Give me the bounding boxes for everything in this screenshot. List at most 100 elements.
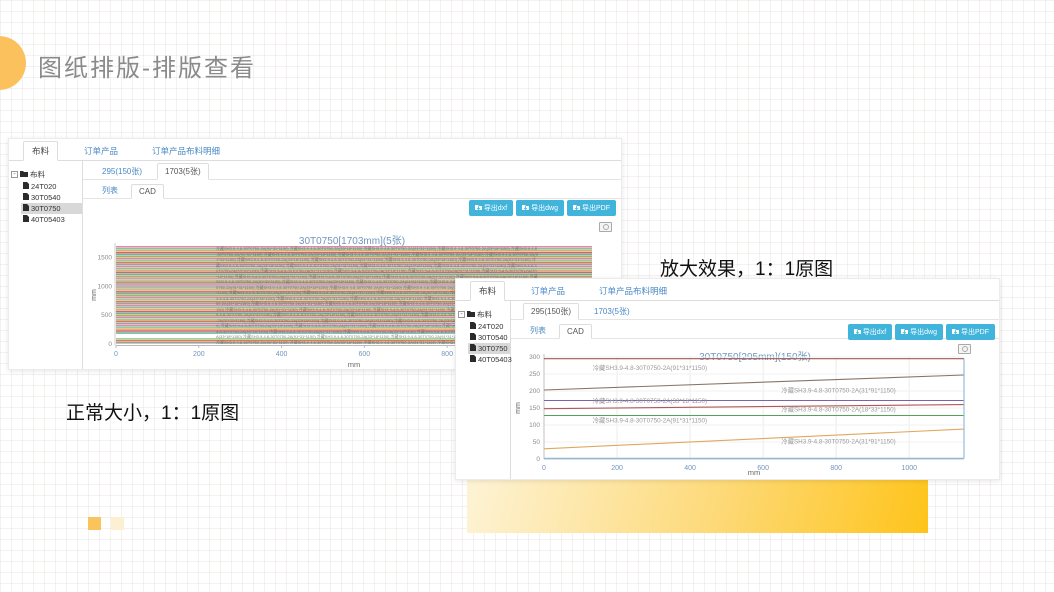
file-icon <box>23 182 29 191</box>
layout-chart-zoomed: 冷藏SH3.9-4.8-30T0750-2A(91*31*1150) 冷藏SH3.… <box>512 339 1001 481</box>
svg-text:300: 300 <box>529 354 540 361</box>
export-dxf-button[interactable]: 导出dxf <box>848 324 892 340</box>
svg-text:冷藏SH3.9-4.8-30T0750-2A(91*31*1: 冷藏SH3.9-4.8-30T0750-2A(91*31*1150) <box>593 415 707 424</box>
tree-root-label: 布料 <box>477 309 492 320</box>
svg-text:冷藏SH3.9-4.8-30T0750-2A(31*91*1: 冷藏SH3.9-4.8-30T0750-2A(31*91*1150) <box>781 437 895 446</box>
bottom-gradient-bar <box>467 479 928 533</box>
download-icon <box>901 328 908 337</box>
svg-text:0: 0 <box>536 456 540 463</box>
tree-collapse-icon[interactable]: - <box>11 171 18 178</box>
file-icon <box>470 344 476 353</box>
svg-text:250: 250 <box>529 371 540 378</box>
tree-item-30t0540[interactable]: 30T0540 <box>21 192 82 203</box>
file-icon <box>470 333 476 342</box>
export-toolbar: 导出dxf导出dwg导出PDF <box>848 324 995 340</box>
tree-item-label: 24T020 <box>31 182 56 191</box>
svg-text:800: 800 <box>441 351 453 358</box>
svg-text:mm: mm <box>348 360 361 369</box>
tab-order-product[interactable]: 订单产品 <box>76 142 126 160</box>
tree-item-label: 24T020 <box>478 322 503 331</box>
size-tab-1703[interactable]: 1703(5张) <box>157 163 209 180</box>
view-tab-cad[interactable]: CAD <box>131 184 164 199</box>
tab-fabric[interactable]: 布料 <box>470 281 505 301</box>
svg-text:mm: mm <box>91 289 98 301</box>
tree-item-40t05403[interactable]: 40T05403 <box>21 214 82 225</box>
fabric-tree: - 布料 24T020 30T054030T075040T05403 <box>9 160 83 369</box>
size-tab-295[interactable]: 295(150张) <box>95 164 149 179</box>
svg-text:mm: mm <box>748 468 761 477</box>
file-icon <box>23 215 29 224</box>
slide: 图纸排版-排版查看 布料 订单产品 订单产品布料明细 - 布料 24T020 30T0… <box>0 0 1054 592</box>
top-tabbar: 布料 订单产品 订单产品布料明细 <box>456 279 999 301</box>
svg-text:400: 400 <box>276 351 288 358</box>
svg-text:1500: 1500 <box>98 255 113 262</box>
tree-item-label: 40T05403 <box>31 215 65 224</box>
file-icon <box>23 204 29 213</box>
export-dwg-button[interactable]: 导出dwg <box>895 324 943 340</box>
svg-text:150: 150 <box>529 405 540 412</box>
view-tab-cad[interactable]: CAD <box>559 324 592 339</box>
tree-root-fabric[interactable]: - 布料 <box>9 168 82 181</box>
svg-text:0: 0 <box>542 465 546 472</box>
svg-text:mm: mm <box>515 402 522 414</box>
tree-item-label: 40T05403 <box>478 355 512 364</box>
svg-text:0: 0 <box>108 341 112 348</box>
tab-order-product[interactable]: 订单产品 <box>523 282 573 300</box>
tree-root-label: 布料 <box>30 169 45 180</box>
export-pdf-button[interactable]: 导出PDF <box>946 324 995 340</box>
export-dwg-button[interactable]: 导出dwg <box>516 200 564 216</box>
svg-text:1000: 1000 <box>98 283 113 290</box>
svg-text:冷藏SH3.9-4.8-30T0750-2A(33*18*1: 冷藏SH3.9-4.8-30T0750-2A(33*18*1150) <box>593 396 707 405</box>
size-tabbar: 295(150张) 1703(5张) <box>511 300 999 320</box>
size-tab-1703[interactable]: 1703(5张) <box>587 304 637 319</box>
export-pdf-button[interactable]: 导出PDF <box>567 200 616 216</box>
tree-collapse-icon[interactable]: - <box>458 311 465 318</box>
download-icon <box>854 328 861 337</box>
file-icon <box>470 355 476 364</box>
annotation-zoom-effect: 放大效果，1：1原图 <box>660 254 833 281</box>
svg-text:1000: 1000 <box>901 465 917 472</box>
tree-item-label: 30T0540 <box>478 333 508 342</box>
svg-text:冷藏SH3.9-4.8-30T0750-2A(31*91*1: 冷藏SH3.9-4.8-30T0750-2A(31*91*1150) <box>781 386 895 395</box>
view-tabbar: 列表 CAD <box>83 180 621 199</box>
deco-square-orange <box>88 517 101 530</box>
export-dxf-button[interactable]: 导出dxf <box>469 200 513 216</box>
view-tab-list[interactable]: 列表 <box>95 183 125 198</box>
svg-text:400: 400 <box>684 465 696 472</box>
tree-item-24t020[interactable]: 24T020 <box>21 181 82 192</box>
svg-text:500: 500 <box>101 312 112 319</box>
tree-item-30t0540[interactable]: 30T0540 <box>468 332 510 343</box>
download-icon <box>522 204 529 213</box>
svg-text:200: 200 <box>529 388 540 395</box>
download-icon <box>952 328 959 337</box>
svg-text:200: 200 <box>193 351 205 358</box>
accent-circle <box>0 36 26 90</box>
tree-item-30t0750[interactable]: 30T0750 <box>21 203 82 214</box>
tree-item-24t020[interactable]: 24T020 <box>468 321 510 332</box>
tree-item-30t0750[interactable]: 30T0750 <box>468 343 510 354</box>
folder-icon <box>20 170 28 179</box>
download-icon <box>475 204 482 213</box>
svg-text:800: 800 <box>830 465 842 472</box>
size-tab-295[interactable]: 295(150张) <box>523 303 579 320</box>
export-toolbar: 导出dxf导出dwg导出PDF <box>469 200 616 216</box>
page-title: 图纸排版-排版查看 <box>38 48 256 83</box>
tree-item-label: 30T0540 <box>31 193 61 202</box>
file-icon <box>470 322 476 331</box>
svg-text:100: 100 <box>529 422 540 429</box>
annotation-normal-size: 正常大小，1：1原图 <box>66 398 239 425</box>
view-tab-list[interactable]: 列表 <box>523 323 553 338</box>
size-tabbar: 295(150张) 1703(5张) <box>83 160 621 180</box>
tab-order-product-fabric-detail[interactable]: 订单产品布料明细 <box>591 282 675 300</box>
file-icon <box>23 193 29 202</box>
tree-root-fabric[interactable]: - 布料 <box>456 308 510 321</box>
tab-order-product-fabric-detail[interactable]: 订单产品布料明细 <box>144 142 228 160</box>
app-window-zoomed-view: 布料 订单产品 订单产品布料明细 - 布料 24T020 30T054030T0750… <box>455 278 1000 480</box>
tree-item-40t05403[interactable]: 40T05403 <box>468 354 510 365</box>
svg-text:冷藏SH3.9-4.8-30T0750-2A(18*33*1: 冷藏SH3.9-4.8-30T0750-2A(18*33*1150) <box>781 404 895 413</box>
svg-text:600: 600 <box>359 351 371 358</box>
tab-fabric[interactable]: 布料 <box>23 141 58 161</box>
deco-square-pale <box>111 517 124 530</box>
folder-icon <box>467 310 475 319</box>
svg-text:50: 50 <box>533 439 541 446</box>
